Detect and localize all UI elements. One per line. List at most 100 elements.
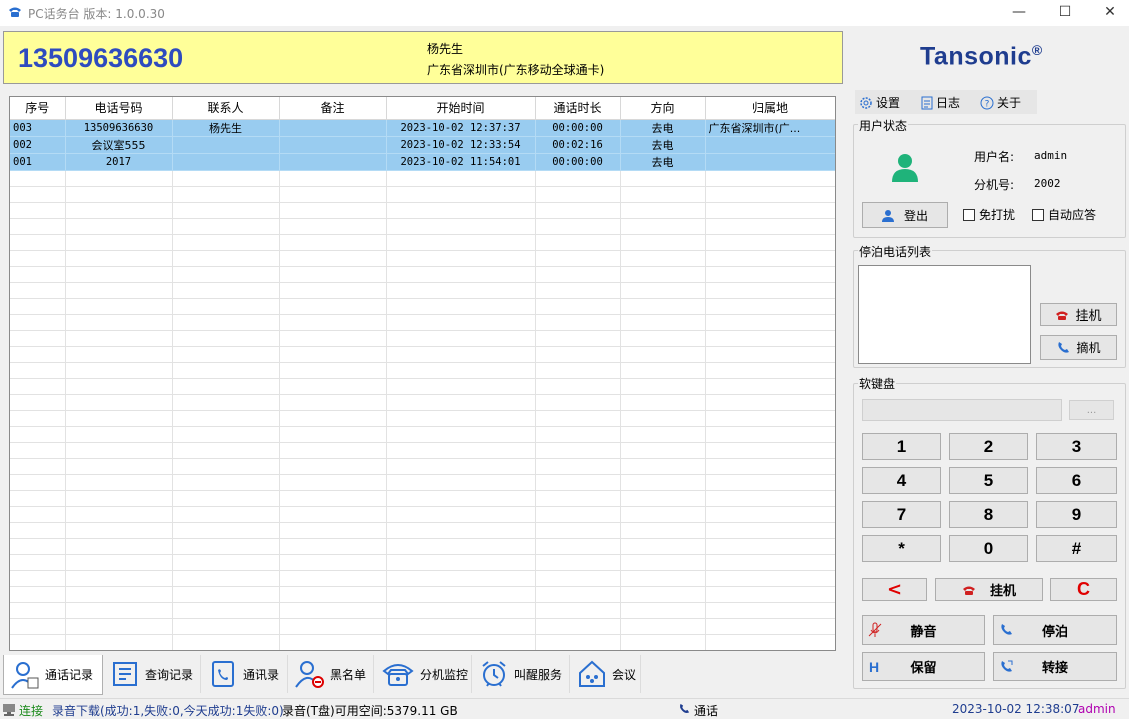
col-header-contact[interactable]: 联系人 xyxy=(172,97,280,120)
empty-cell xyxy=(705,602,835,619)
empty-cell xyxy=(10,442,66,459)
recording-download-status: 录音下载(成功:1,失败:0,今天成功:1失败:0) xyxy=(52,704,284,718)
empty-cell xyxy=(65,442,173,459)
empty-cell xyxy=(10,234,66,251)
tab-blacklist[interactable]: 黑名单 xyxy=(289,655,374,693)
key-5[interactable]: 5 xyxy=(949,467,1028,494)
empty-cell xyxy=(535,202,621,219)
pickup-button[interactable]: 摘机 xyxy=(1040,335,1117,360)
empty-cell xyxy=(172,490,280,507)
empty-cell xyxy=(620,186,706,203)
settings-button[interactable]: 设置 xyxy=(859,94,900,111)
empty-cell xyxy=(279,218,387,235)
tab-wakeup-service[interactable]: 叫醒服务 xyxy=(473,655,570,693)
backspace-button[interactable]: < xyxy=(862,578,927,601)
empty-cell xyxy=(386,314,536,331)
table-row[interactable]: 003 13509636630 杨先生 2023-10-02 12:37:37 … xyxy=(10,119,835,137)
tab-extension-monitor[interactable]: 分机监控 xyxy=(375,655,472,693)
hold-button[interactable]: H 保留 xyxy=(862,652,985,681)
log-button[interactable]: 日志 xyxy=(921,94,960,111)
empty-cell xyxy=(10,362,66,379)
empty-cell xyxy=(705,426,835,443)
parked-calls-list[interactable] xyxy=(858,265,1031,364)
close-button[interactable]: ✕ xyxy=(1087,0,1129,26)
col-header-location[interactable]: 归属地 xyxy=(705,97,835,120)
title-bar: PC话务台 版本: 1.0.0.30 — ☐ ✕ xyxy=(0,0,1129,26)
key-3[interactable]: 3 xyxy=(1036,433,1117,460)
cell-note xyxy=(279,136,387,154)
mute-button[interactable]: 静音 xyxy=(862,615,985,645)
key-9[interactable]: 9 xyxy=(1036,501,1117,528)
table-row[interactable]: 002 会议室555 2023-10-02 12:33:54 00:02:16 … xyxy=(10,136,835,154)
empty-cell xyxy=(705,442,835,459)
key-7[interactable]: 7 xyxy=(862,501,941,528)
empty-cell xyxy=(279,250,387,267)
empty-cell xyxy=(279,554,387,571)
col-header-id[interactable]: 序号 xyxy=(10,97,66,120)
empty-cell xyxy=(10,506,66,523)
empty-cell xyxy=(535,298,621,315)
empty-row xyxy=(10,538,835,555)
empty-cell xyxy=(172,474,280,491)
cell-direction: 去电 xyxy=(620,153,706,171)
key-star[interactable]: * xyxy=(862,535,941,562)
table-row[interactable]: 001 2017 2023-10-02 11:54:01 00:00:00 去电 xyxy=(10,153,835,171)
tab-contacts[interactable]: 通讯录 xyxy=(202,655,288,693)
about-button[interactable]: ? 关于 xyxy=(980,94,1021,111)
col-header-note[interactable]: 备注 xyxy=(279,97,387,120)
clear-button[interactable]: C xyxy=(1050,578,1117,601)
transfer-button[interactable]: 转接 xyxy=(993,652,1117,681)
empty-cell xyxy=(65,618,173,635)
empty-cell xyxy=(172,282,280,299)
key-6[interactable]: 6 xyxy=(1036,467,1117,494)
auto-answer-checkbox[interactable]: 自动应答 xyxy=(1032,206,1096,223)
key-1[interactable]: 1 xyxy=(862,433,941,460)
col-header-start-time[interactable]: 开始时间 xyxy=(386,97,536,120)
minimize-button[interactable]: — xyxy=(996,0,1042,26)
col-header-number[interactable]: 电话号码 xyxy=(65,97,173,120)
logout-button[interactable]: 登出 xyxy=(862,202,948,228)
key-0[interactable]: 0 xyxy=(949,535,1028,562)
user-status-title: 用户状态 xyxy=(858,117,909,134)
tab-conference[interactable]: 会议 xyxy=(571,655,641,693)
empty-cell xyxy=(620,378,706,395)
empty-row xyxy=(10,442,835,459)
empty-cell xyxy=(620,426,706,443)
key-8[interactable]: 8 xyxy=(949,501,1028,528)
empty-cell xyxy=(65,186,173,203)
empty-cell xyxy=(620,586,706,603)
dnd-checkbox[interactable]: 免打扰 xyxy=(963,206,1015,223)
dial-more-button[interactable]: ... xyxy=(1069,400,1114,420)
tab-search-record[interactable]: 查询记录 xyxy=(104,655,201,693)
empty-cell xyxy=(172,266,280,283)
park-button[interactable]: 停泊 xyxy=(993,615,1117,645)
park-label: 停泊 xyxy=(1041,624,1068,640)
checkbox-box xyxy=(1032,208,1044,221)
call-log-icon xyxy=(11,661,39,689)
key-hash[interactable]: # xyxy=(1036,535,1117,562)
col-header-direction[interactable]: 方向 xyxy=(620,97,706,120)
maximize-button[interactable]: ☐ xyxy=(1042,0,1088,26)
empty-row xyxy=(10,378,835,395)
empty-cell xyxy=(279,426,387,443)
empty-cell xyxy=(65,554,173,571)
caller-location: 广东省深圳市(广东移动全球通卡) xyxy=(427,63,605,77)
empty-cell xyxy=(386,474,536,491)
hangup-button[interactable]: 挂机 xyxy=(935,578,1043,601)
empty-cell xyxy=(279,602,387,619)
status-user: admin xyxy=(1078,702,1116,716)
parked-hangup-button[interactable]: 挂机 xyxy=(1040,303,1117,326)
empty-cell xyxy=(279,202,387,219)
tab-call-log[interactable]: 通话记录 xyxy=(3,655,103,695)
key-4[interactable]: 4 xyxy=(862,467,941,494)
key-2[interactable]: 2 xyxy=(949,433,1028,460)
cell-number: 会议室555 xyxy=(65,136,173,154)
table-header: 序号 电话号码 联系人 备注 开始时间 通话时长 方向 归属地 xyxy=(10,97,835,120)
empty-cell xyxy=(386,538,536,555)
col-header-duration[interactable]: 通话时长 xyxy=(535,97,621,120)
empty-cell xyxy=(386,490,536,507)
empty-cell xyxy=(535,586,621,603)
cell-direction: 去电 xyxy=(620,119,706,137)
empty-cell xyxy=(172,346,280,363)
dial-input[interactable] xyxy=(862,399,1062,421)
